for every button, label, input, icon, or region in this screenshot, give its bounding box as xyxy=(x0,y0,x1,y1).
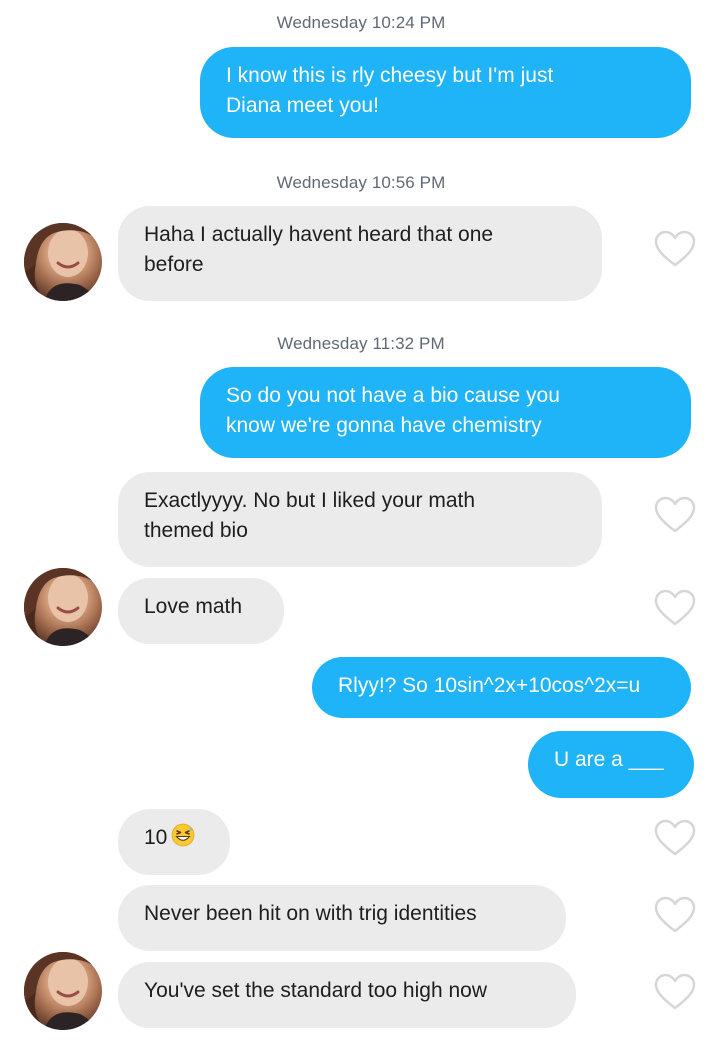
heart-outline-icon[interactable] xyxy=(653,588,697,628)
timestamp: Wednesday 10:24 PM xyxy=(0,13,722,33)
outgoing-message[interactable]: I know this is rly cheesy but I'm just D… xyxy=(200,47,691,138)
laughing-sweat-emoji-icon xyxy=(171,823,195,847)
timestamp: Wednesday 11:32 PM xyxy=(0,334,722,354)
timestamp: Wednesday 10:56 PM xyxy=(0,173,722,193)
message-line: Rlyy!? So 10sin^2x+10cos^2x=u xyxy=(338,674,641,697)
message-line: Exactlyyyy. No but I liked your math xyxy=(144,489,476,512)
incoming-message[interactable]: You've set the standard too high now xyxy=(118,962,576,1028)
outgoing-message[interactable]: So do you not have a bio cause you know … xyxy=(200,367,691,458)
heart-outline-icon[interactable] xyxy=(653,495,697,535)
message-line: I know this is rly cheesy but I'm just xyxy=(226,64,554,87)
heart-outline-icon[interactable] xyxy=(653,818,697,858)
timestamp-time: 10:24 PM xyxy=(371,13,446,32)
message-line: themed bio xyxy=(144,519,248,542)
message-line: Diana meet you! xyxy=(226,94,379,117)
message-line: 10 xyxy=(144,826,168,849)
heart-outline-icon[interactable] xyxy=(653,895,697,935)
incoming-message[interactable]: Haha I actually havent heard that one be… xyxy=(118,206,602,301)
timestamp-time: 10:56 PM xyxy=(371,173,446,192)
match-avatar[interactable] xyxy=(24,223,102,301)
heart-outline-icon[interactable] xyxy=(653,972,697,1012)
message-line: Haha I actually havent heard that one xyxy=(144,223,494,246)
incoming-message[interactable]: Exactlyyyy. No but I liked your math the… xyxy=(118,472,602,567)
incoming-message[interactable]: Love math xyxy=(118,578,284,644)
match-avatar[interactable] xyxy=(24,568,102,646)
message-line: U are a ___ xyxy=(554,748,664,771)
outgoing-message[interactable]: Rlyy!? So 10sin^2x+10cos^2x=u xyxy=(312,657,691,718)
heart-outline-icon[interactable] xyxy=(653,229,697,269)
incoming-message[interactable]: 10 xyxy=(118,809,230,875)
incoming-message[interactable]: Never been hit on with trig identities xyxy=(118,885,566,951)
message-line: Never been hit on with trig identities xyxy=(144,902,477,925)
timestamp-time: 11:32 PM xyxy=(372,334,445,353)
outgoing-message[interactable]: U are a ___ xyxy=(528,731,694,798)
message-line: before xyxy=(144,253,204,276)
message-line: Love math xyxy=(144,595,243,618)
match-avatar[interactable] xyxy=(24,952,102,1030)
timestamp-day: Wednesday xyxy=(277,334,368,353)
timestamp-day: Wednesday xyxy=(276,13,367,32)
timestamp-day: Wednesday xyxy=(276,173,367,192)
message-line: So do you not have a bio cause you xyxy=(226,384,560,407)
message-line: know we're gonna have chemistry xyxy=(226,414,542,437)
message-line: You've set the standard too high now xyxy=(144,979,487,1002)
